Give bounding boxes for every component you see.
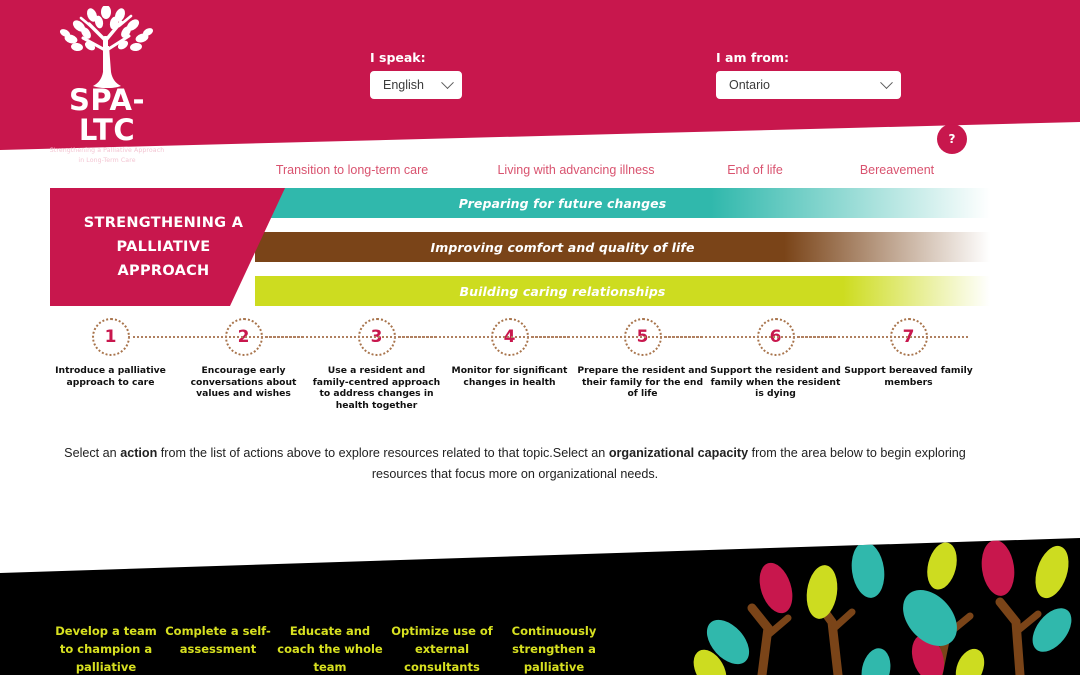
language-label: I speak:: [370, 50, 426, 65]
step-connector: [793, 336, 968, 338]
capacity-complete-a-self-assessment[interactable]: Complete a self-assessment: [162, 622, 274, 658]
instructions-bold-action: action: [120, 446, 158, 460]
brand-tagline-line1: Strengthening a Palliative Approach: [49, 147, 165, 154]
bar-label: Improving comfort and quality of life: [430, 239, 695, 255]
capacity-develop-a-team[interactable]: Develop a team to champion a palliative: [50, 622, 162, 675]
step-3[interactable]: 3 Use a resident and family-centred appr…: [310, 318, 443, 411]
step-label: Support the resident and family when the…: [710, 365, 841, 399]
step-label: Monitor for significant changes in healt…: [451, 365, 568, 388]
step-2[interactable]: 2 Encourage early conversations about va…: [177, 318, 310, 400]
bar-building-caring-relationships[interactable]: Building caring relationships: [255, 276, 990, 306]
language-select[interactable]: English: [370, 71, 462, 99]
language-field: I speak: English: [370, 50, 462, 99]
step-1[interactable]: 1 Introduce a palliative approach to car…: [44, 318, 177, 388]
capacity-continuously-strengthen[interactable]: Continuously strengthen a palliative: [498, 622, 610, 675]
tab-transition-to-long-term-care[interactable]: Transition to long-term care: [248, 163, 456, 177]
bar-improving-comfort[interactable]: Improving comfort and quality of life: [255, 232, 990, 262]
question-mark-icon: ?: [948, 132, 956, 146]
step-5[interactable]: 5 Prepare the resident and their family …: [576, 318, 709, 400]
step-number: 1: [91, 318, 130, 356]
framework-title-line3: APPROACH: [117, 263, 210, 279]
framework-title-line2: PALLIATIVE: [116, 239, 211, 255]
brand-name: SPA-LTC: [69, 83, 145, 147]
language-value: English: [383, 78, 424, 92]
bar-label: Building caring relationships: [459, 283, 666, 299]
step-6[interactable]: 6 Support the resident and family when t…: [709, 318, 842, 400]
region-value: Ontario: [729, 78, 770, 92]
step-7[interactable]: 7 Support bereaved family members: [842, 318, 975, 388]
chevron-down-icon: [441, 75, 454, 89]
region-field: I am from: Ontario: [716, 50, 901, 99]
tab-bereavement[interactable]: Bereavement: [832, 163, 962, 177]
framework-title-line1: STRENGTHENING A: [83, 215, 244, 231]
region-label: I am from:: [716, 50, 790, 65]
journey-tabs: Transition to long-term care Living with…: [0, 163, 1000, 183]
step-label: Prepare the resident and their family fo…: [577, 365, 708, 399]
capacity-optimize-external-consultants[interactable]: Optimize use of external consultants: [386, 622, 498, 675]
bar-label: Preparing for future changes: [458, 195, 667, 211]
chevron-down-icon: [880, 75, 893, 89]
instructions-bold-capacity: organizational capacity: [608, 446, 749, 460]
framework-title-block: STRENGTHENING A PALLIATIVE APPROACH: [50, 188, 285, 306]
tab-living-with-advancing-illness[interactable]: Living with advancing illness: [472, 163, 680, 177]
instructions-part1: Select an: [64, 446, 121, 460]
brand-tagline-line2: in Long-Term Care: [78, 157, 136, 164]
step-4[interactable]: 4 Monitor for significant changes in hea…: [443, 318, 576, 388]
bar-preparing-for-future-changes[interactable]: Preparing for future changes: [255, 188, 990, 218]
instructions-part2: from the list of actions above to explor…: [157, 446, 609, 460]
help-button[interactable]: ?: [937, 124, 967, 154]
capacity-educate-and-coach[interactable]: Educate and coach the whole team: [274, 622, 386, 675]
decorative-tree-foliage-icon: [693, 540, 1072, 675]
organizational-capacity-section: Develop a team to champion a palliative …: [0, 538, 1080, 675]
step-label: Introduce a palliative approach to care: [55, 365, 166, 388]
step-label: Support bereaved family members: [844, 365, 973, 388]
page-root: SPA-LTC Strengthening a Palliative Appro…: [0, 0, 1080, 675]
instructions-text: Select an action from the list of action…: [50, 443, 980, 485]
tab-end-of-life[interactable]: End of life: [690, 163, 820, 177]
framework-bars: Preparing for future changes Improving c…: [50, 188, 990, 306]
step-label: Use a resident and family-centred approa…: [312, 365, 441, 411]
brand-logo[interactable]: SPA-LTC Strengthening a Palliative Appro…: [42, 6, 172, 164]
capacity-list: Develop a team to champion a palliative …: [50, 622, 650, 675]
region-select[interactable]: Ontario: [716, 71, 901, 99]
step-label: Encourage early conversations about valu…: [190, 365, 297, 399]
action-steps: 1 Introduce a palliative approach to car…: [40, 318, 1040, 413]
tree-icon: [59, 6, 154, 88]
